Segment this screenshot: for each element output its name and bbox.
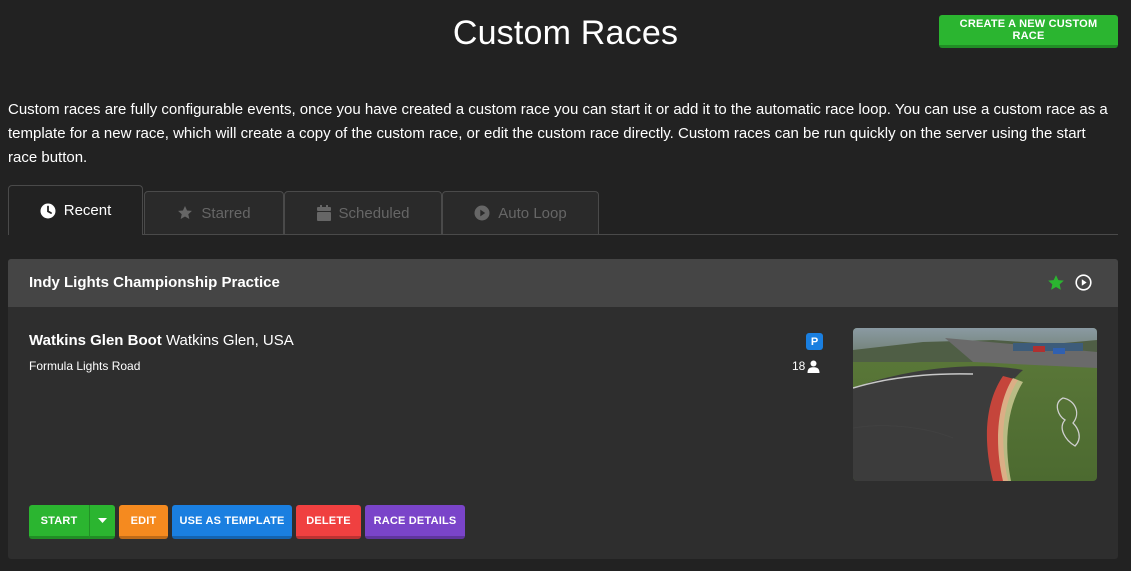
use-as-template-button[interactable]: Use as Template bbox=[172, 505, 292, 539]
player-count: 18 bbox=[792, 359, 820, 373]
tab-auto-loop-label: Auto Loop bbox=[498, 204, 567, 222]
clock-icon bbox=[40, 203, 56, 218]
player-count-value: 18 bbox=[792, 359, 806, 373]
tab-recent[interactable]: Recent bbox=[8, 185, 143, 235]
tab-scheduled[interactable]: Scheduled bbox=[284, 191, 442, 234]
delete-button[interactable]: Delete bbox=[296, 505, 361, 539]
caret-down-icon bbox=[98, 518, 107, 523]
track-location: Watkins Glen, USA bbox=[165, 332, 294, 349]
tab-recent-label: Recent bbox=[63, 202, 112, 219]
race-details-button[interactable]: Race Details bbox=[365, 505, 465, 539]
play-circle-icon[interactable] bbox=[1075, 274, 1092, 291]
user-icon bbox=[807, 360, 820, 373]
start-dropdown-toggle[interactable] bbox=[89, 505, 115, 539]
race-card-header: Indy Lights Championship Practice bbox=[8, 259, 1118, 307]
tab-auto-loop[interactable]: Auto Loop bbox=[442, 191, 599, 234]
race-card: Indy Lights Championship Practice Watkin… bbox=[8, 259, 1118, 559]
tab-starred[interactable]: Starred bbox=[144, 191, 284, 234]
race-title: Indy Lights Championship Practice bbox=[29, 274, 280, 291]
star-icon bbox=[178, 206, 193, 219]
star-icon[interactable] bbox=[1047, 274, 1065, 292]
track-name: Watkins Glen Boot bbox=[29, 332, 162, 349]
tab-starred-label: Starred bbox=[201, 204, 251, 222]
car-class: Formula Lights Road bbox=[29, 359, 141, 373]
tab-bar: Recent Starred Scheduled Auto Loop bbox=[8, 185, 1118, 235]
page: Custom Races Create a New Custom Race Cu… bbox=[0, 0, 1131, 571]
intro-text: Custom races are fully configurable even… bbox=[8, 101, 1108, 166]
play-circle-icon bbox=[474, 205, 490, 221]
create-custom-race-button[interactable]: Create a New Custom Race bbox=[939, 15, 1118, 48]
practice-badge: P bbox=[806, 333, 823, 350]
calendar-icon bbox=[316, 205, 331, 221]
track-thumbnail bbox=[853, 328, 1097, 481]
track-info: Watkins Glen Boot Watkins Glen, USA bbox=[29, 332, 294, 349]
tab-scheduled-label: Scheduled bbox=[338, 204, 410, 222]
start-button[interactable]: Start bbox=[29, 505, 89, 539]
edit-button[interactable]: Edit bbox=[119, 505, 168, 539]
track-preview-image bbox=[853, 328, 1097, 481]
